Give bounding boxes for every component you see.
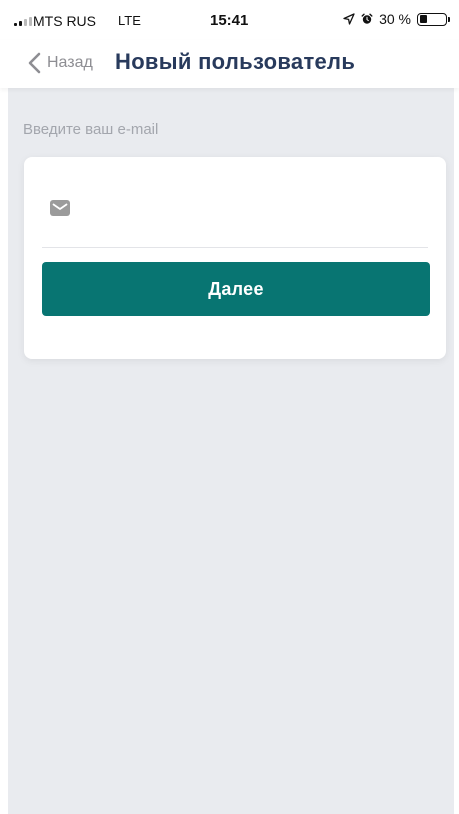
status-right-group: 30 % — [343, 11, 450, 27]
chevron-left-icon — [28, 52, 41, 74]
email-card: Далее — [24, 157, 446, 359]
carrier-name: MTS RUS — [33, 13, 96, 29]
status-bar: MTS RUS LTE 15:41 30 % — [0, 0, 459, 40]
content-area: Введите ваш e-mail Далее — [8, 88, 454, 814]
network-type: LTE — [118, 13, 141, 28]
location-arrow-icon — [343, 13, 355, 25]
battery-percent: 30 % — [379, 11, 411, 27]
alarm-icon — [361, 13, 373, 25]
battery-icon — [417, 12, 450, 26]
page-title: Новый пользователь — [115, 49, 356, 74]
email-input[interactable] — [86, 195, 420, 233]
back-button[interactable]: Назад — [28, 48, 93, 78]
back-label: Назад — [47, 54, 93, 71]
email-field-row — [42, 185, 428, 248]
navigation-bar: Назад Новый пользователь — [0, 40, 459, 88]
email-prompt-label: Введите ваш e-mail — [23, 121, 159, 138]
battery-level-fill — [419, 15, 427, 23]
status-time: 15:41 — [210, 12, 249, 29]
envelope-icon — [50, 200, 70, 216]
next-button[interactable]: Далее — [42, 262, 430, 316]
signal-icon — [14, 17, 32, 26]
